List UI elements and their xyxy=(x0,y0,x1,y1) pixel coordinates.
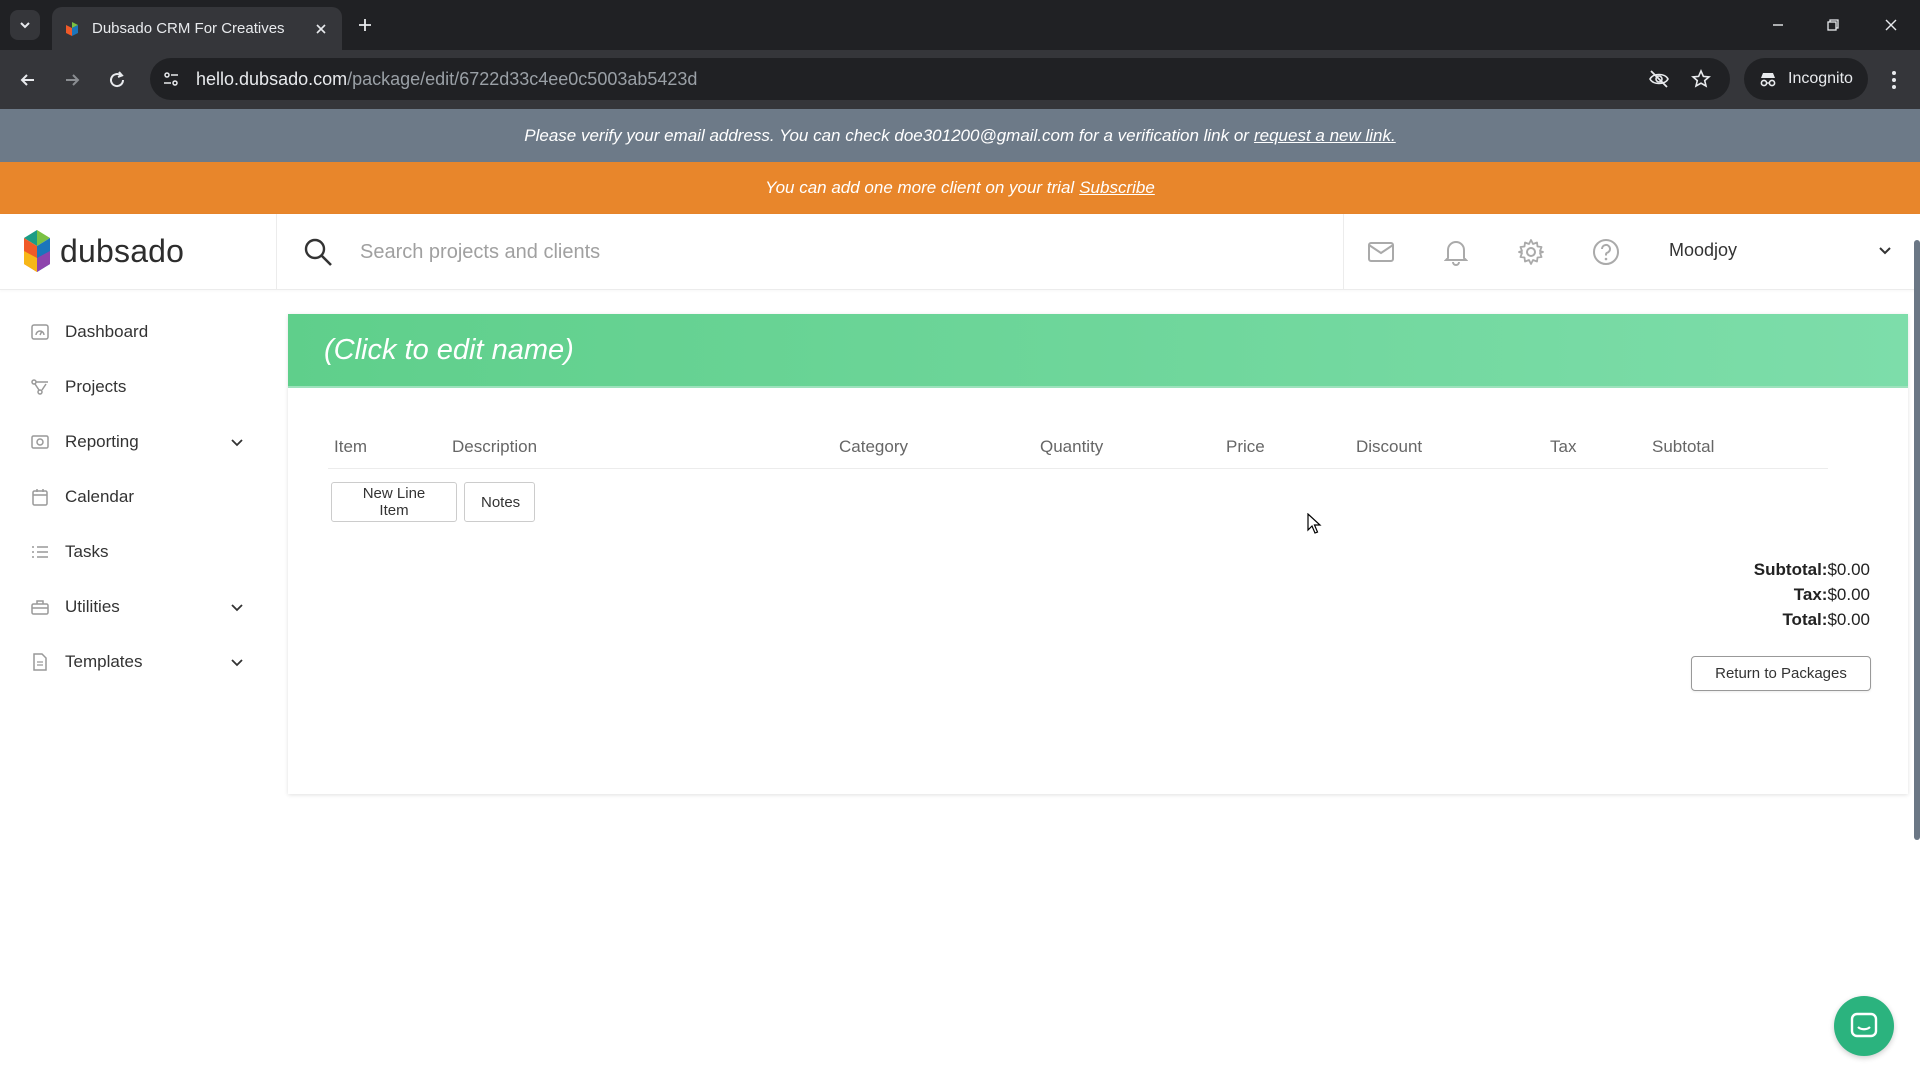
sidebar-item-label: Reporting xyxy=(65,432,139,451)
new-tab-plus-icon[interactable] xyxy=(352,12,378,38)
column-header-item: Item xyxy=(334,437,368,456)
user-menu-name[interactable]: Moodjoy xyxy=(1669,240,1737,261)
url-text: hello.dubsado.com/package/edit/6722d33c4… xyxy=(196,69,698,89)
request-new-link[interactable]: request a new link. xyxy=(1254,126,1396,146)
notes-button[interactable]: Notes xyxy=(464,482,535,522)
sidebar-item-label: Tasks xyxy=(65,542,109,561)
column-header-discount: Discount xyxy=(1356,437,1423,456)
chevron-down-icon[interactable] xyxy=(229,654,245,670)
column-header-subtotal: Subtotal xyxy=(1652,437,1715,456)
site-settings-icon[interactable] xyxy=(160,68,182,90)
sidebar: Dashboard Projects Reporting Calendar Ta… xyxy=(0,290,260,1080)
sidebar-item-label: Projects xyxy=(65,377,127,396)
close-tab-icon[interactable] xyxy=(312,20,330,38)
dubsado-logo[interactable]: dubsado xyxy=(22,228,184,274)
sidebar-item-label: Dashboard xyxy=(65,322,149,341)
forward-arrow-icon[interactable] xyxy=(58,66,86,94)
header-divider xyxy=(276,214,277,290)
trial-text: You can add one more client on your tria… xyxy=(765,178,1075,197)
mail-icon[interactable] xyxy=(1365,236,1397,268)
incognito-indicator[interactable]: Incognito xyxy=(1744,58,1868,100)
browser-menu-icon[interactable] xyxy=(1880,66,1908,94)
sidebar-item-templates[interactable]: Templates xyxy=(30,642,245,682)
subscribe-link[interactable]: Subscribe xyxy=(1079,178,1155,198)
app-header: dubsado Moodjoy xyxy=(0,214,1920,290)
return-to-packages-button[interactable]: Return to Packages xyxy=(1691,656,1871,691)
browser-tab-bar: Dubsado CRM For Creatives xyxy=(0,0,1920,50)
header-divider xyxy=(1343,214,1344,290)
sidebar-item-label: Templates xyxy=(65,652,143,671)
line-items-table-header: Item Description Category Quantity Price… xyxy=(328,429,1828,469)
tab-title: Dubsado CRM For Creatives xyxy=(92,20,285,37)
eye-off-icon[interactable] xyxy=(1648,68,1670,90)
search-icon[interactable] xyxy=(302,236,334,268)
browser-toolbar: hello.dubsado.com/package/edit/6722d33c4… xyxy=(0,50,1920,109)
address-bar[interactable]: hello.dubsado.com/package/edit/6722d33c4… xyxy=(150,58,1730,100)
package-totals: Subtotal:$0.00 Tax:$0.00 Total:$0.00 xyxy=(1754,557,1870,632)
new-line-item-button[interactable]: New Line Item xyxy=(331,482,457,522)
back-arrow-icon[interactable] xyxy=(14,66,42,94)
sidebar-item-label: Calendar xyxy=(65,487,134,506)
package-name-editable[interactable]: (Click to edit name) xyxy=(324,334,574,367)
mouse-cursor-icon xyxy=(1307,513,1322,534)
reload-icon[interactable] xyxy=(103,66,131,94)
incognito-icon xyxy=(1760,73,1776,87)
page-scrollbar[interactable] xyxy=(1914,240,1920,840)
tasks-icon xyxy=(30,542,50,562)
total-row: Total:$0.00 xyxy=(1782,610,1870,629)
incognito-label: Incognito xyxy=(1788,70,1853,87)
tax-row: Tax:$0.00 xyxy=(1793,585,1870,604)
restore-icon[interactable] xyxy=(1820,12,1846,38)
help-icon[interactable] xyxy=(1590,236,1622,268)
sidebar-item-dashboard[interactable]: Dashboard xyxy=(30,312,245,352)
minimize-icon[interactable] xyxy=(1765,12,1791,38)
sidebar-item-label: Utilities xyxy=(65,597,120,616)
sidebar-item-calendar[interactable]: Calendar xyxy=(30,477,245,517)
sidebar-item-tasks[interactable]: Tasks xyxy=(30,532,245,572)
column-header-price: Price xyxy=(1226,437,1265,456)
package-editor-card: (Click to edit name) Item Description Ca… xyxy=(288,314,1908,794)
subtotal-row: Subtotal:$0.00 xyxy=(1753,560,1870,579)
utilities-icon xyxy=(30,597,50,617)
sidebar-item-reporting[interactable]: Reporting xyxy=(30,422,245,462)
chat-icon xyxy=(1850,1012,1878,1038)
sidebar-item-projects[interactable]: Projects xyxy=(30,367,245,407)
sidebar-item-utilities[interactable]: Utilities xyxy=(30,587,245,627)
column-header-category: Category xyxy=(839,437,908,456)
dubsado-logo-icon xyxy=(24,230,50,272)
chat-launcher-button[interactable] xyxy=(1834,996,1894,1056)
bookmark-star-icon[interactable] xyxy=(1690,68,1712,90)
close-window-icon[interactable] xyxy=(1878,12,1904,38)
search-input[interactable] xyxy=(360,234,1260,270)
package-name-header[interactable]: (Click to edit name) xyxy=(288,314,1908,388)
gear-icon[interactable] xyxy=(1515,236,1547,268)
chevron-down-icon[interactable] xyxy=(229,434,245,450)
projects-icon xyxy=(30,377,50,397)
logo-text: dubsado xyxy=(60,232,185,269)
dubsado-favicon-icon xyxy=(66,21,78,36)
dashboard-icon xyxy=(30,322,50,342)
chevron-down-icon xyxy=(20,22,30,29)
tab-list-button[interactable] xyxy=(10,10,40,40)
reporting-icon xyxy=(30,432,50,452)
trial-banner: You can add one more client on your tria… xyxy=(0,162,1920,214)
browser-tab-active[interactable]: Dubsado CRM For Creatives xyxy=(52,7,342,50)
templates-icon xyxy=(30,652,50,672)
verify-email-banner: Please verify your email address. You ca… xyxy=(0,109,1920,162)
column-header-quantity: Quantity xyxy=(1040,437,1104,456)
bell-icon[interactable] xyxy=(1440,236,1472,268)
column-header-tax: Tax xyxy=(1550,437,1577,456)
verify-email-text: Please verify your email address. You ca… xyxy=(524,125,1249,145)
calendar-icon xyxy=(30,487,50,507)
chevron-down-icon[interactable] xyxy=(229,599,245,615)
column-header-description: Description xyxy=(452,437,538,456)
chevron-down-icon[interactable] xyxy=(1876,242,1894,260)
